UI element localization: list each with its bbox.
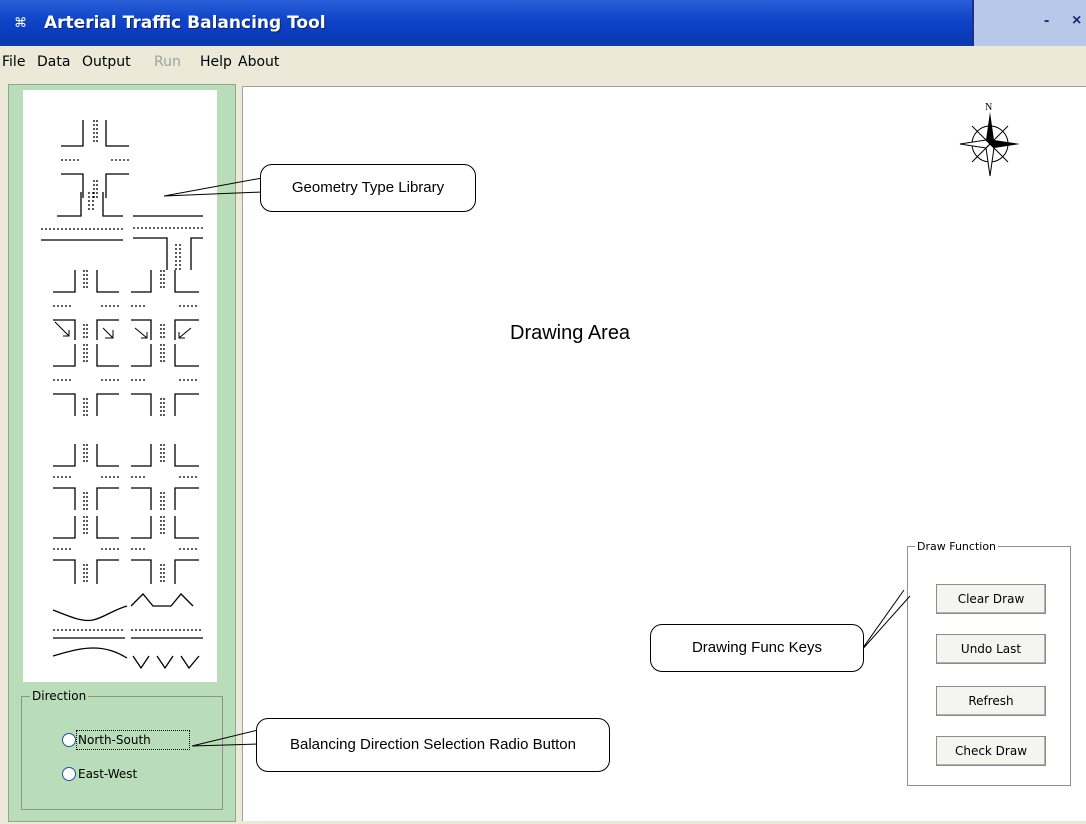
undo-last-button[interactable]: Undo Last [936, 634, 1046, 664]
menu-help[interactable]: Help [200, 54, 232, 70]
check-draw-button[interactable]: Check Draw [936, 736, 1046, 766]
callout-balancing-direction: Balancing Direction Selection Radio Butt… [256, 718, 610, 772]
drawing-area-label: Drawing Area [510, 322, 631, 344]
geometry-item-interchange[interactable] [52, 593, 203, 670]
menu-bar: File Data Output Run Help About [0, 46, 1086, 76]
focus-rectangle [76, 730, 190, 750]
app-icon: ⌘ [14, 15, 27, 30]
menu-run[interactable]: Run [154, 54, 181, 70]
draw-function-legend: Draw Function [915, 540, 999, 553]
geometry-palette-graphics [41, 120, 203, 670]
window-title: Arterial Traffic Balancing Tool [44, 13, 326, 33]
callout-geometry-library: Geometry Type Library [260, 164, 476, 212]
menu-data[interactable]: Data [37, 54, 70, 70]
direction-groupbox [21, 696, 223, 810]
refresh-button[interactable]: Refresh [936, 686, 1046, 716]
geometry-item-4leg-pair-b[interactable] [53, 344, 199, 416]
minimize-button[interactable]: - [1044, 12, 1049, 30]
direction-legend: Direction [30, 689, 89, 703]
clear-draw-button[interactable]: Clear Draw [936, 584, 1046, 614]
radio-north-south[interactable] [62, 733, 76, 747]
title-bar-controls: - × [972, 0, 1086, 46]
close-button[interactable]: × [1072, 12, 1081, 30]
geometry-item-t-right[interactable] [133, 215, 203, 270]
callout-drawing-func-keys: Drawing Func Keys [650, 624, 864, 672]
geometry-item-4leg-pair-a[interactable] [53, 270, 199, 340]
geometry-item-4leg[interactable] [61, 120, 129, 198]
geometry-item-t-left[interactable] [41, 192, 123, 241]
menu-about[interactable]: About [238, 54, 279, 70]
radio-east-west[interactable] [62, 767, 76, 781]
menu-file[interactable]: File [2, 54, 25, 70]
geometry-item-4leg-pair-d[interactable] [53, 516, 199, 584]
geometry-item-4leg-pair-c[interactable] [53, 444, 199, 510]
radio-east-west-label[interactable]: East-West [78, 767, 137, 781]
geometry-type-library [23, 90, 217, 682]
compass-north-label: N [985, 102, 992, 113]
compass-icon: N [959, 102, 1020, 177]
menu-output[interactable]: Output [82, 54, 131, 70]
title-bar: ⌘ Arterial Traffic Balancing Tool - × [0, 0, 1086, 46]
